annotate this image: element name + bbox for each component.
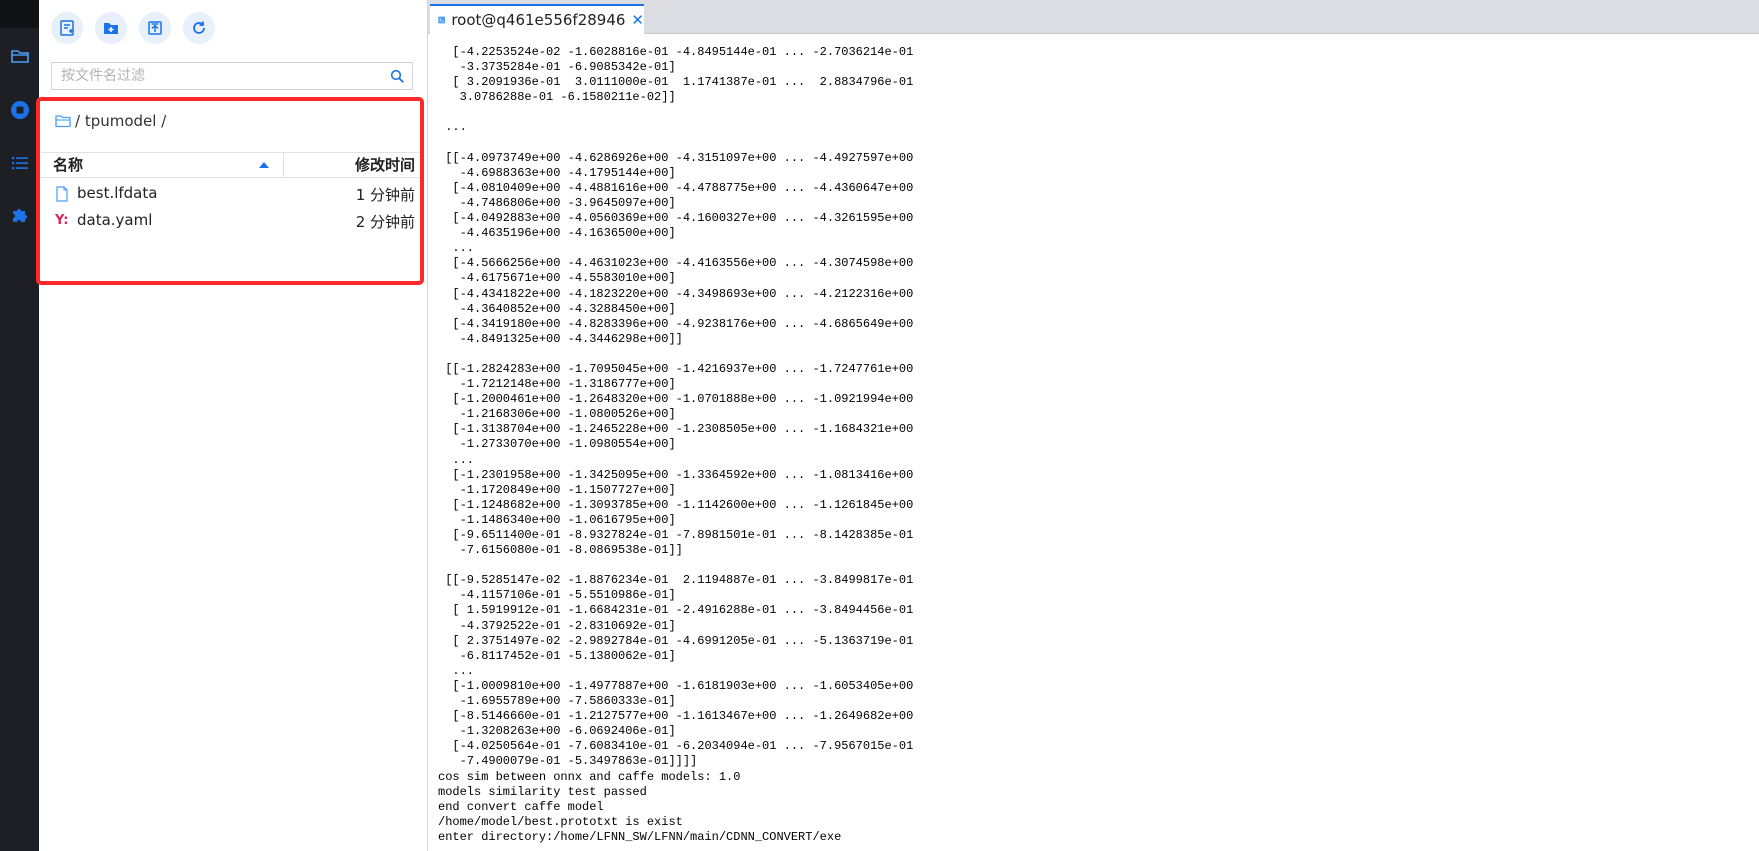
terminal-line: [[-1.2824283e+00 -1.7095045e+00 -1.42169… — [438, 361, 914, 376]
terminal-line: -7.4900079e-01 -5.3497863e-01]]]] — [438, 754, 698, 769]
sort-ascending-icon[interactable] — [259, 162, 269, 168]
terminal-line: [-1.2301958e+00 -1.3425095e+00 -1.336459… — [438, 467, 914, 482]
file-icon — [56, 186, 68, 202]
terminal-line: ... — [438, 241, 475, 256]
tab-terminal[interactable]: root@q461e556f28946 ✕ — [430, 4, 644, 34]
terminal-line: -4.3640852e+00 -4.3288450e+00] — [438, 301, 676, 316]
terminal-line: -4.4635196e+00 -4.1636500e+00] — [438, 226, 676, 241]
terminal-line: -1.2168306e+00 -1.0800526e+00] — [438, 407, 676, 422]
terminal-line: [-9.6511400e-01 -8.9327824e-01 -7.898150… — [438, 528, 914, 542]
terminal-line: [-1.3138704e+00 -1.2465228e+00 -1.230850… — [438, 422, 914, 437]
terminal-line: [-4.5666256e+00 -4.4631023e+00 -4.416355… — [438, 256, 914, 271]
terminal-line: [ 2.3751497e-02 -2.9892784e-01 -4.699120… — [438, 633, 914, 648]
terminal-line: ... — [438, 663, 475, 678]
file-name: data.yaml — [77, 211, 153, 229]
terminal-line: -4.1157106e-01 -5.5510986e-01] — [438, 588, 676, 603]
terminal-line: -1.3208263e+00 -6.0692406e-01] — [438, 724, 676, 739]
terminal-line: ... — [438, 120, 467, 135]
file-row[interactable]: Y: data.yaml 2 分钟前 — [41, 207, 419, 235]
new-file-button[interactable] — [51, 12, 83, 44]
file-toolbar — [51, 12, 215, 48]
terminal-line: enter directory:/home/LFNN_SW/LFNN/main/… — [438, 829, 842, 844]
terminal-output[interactable]: [-4.2253524e-02 -1.6028816e-01 -4.849514… — [438, 45, 1738, 845]
column-header-modified[interactable]: 修改时间 — [355, 154, 415, 177]
file-manager-icon[interactable] — [0, 39, 39, 73]
close-icon[interactable]: ✕ — [631, 12, 644, 28]
terminal-line: [[-9.5285147e-02 -1.8876234e-01 2.119488… — [438, 573, 914, 588]
search-input[interactable] — [52, 63, 395, 89]
terminal-line: [-4.0810409e+00 -4.4881616e+00 -4.478877… — [438, 180, 914, 195]
refresh-button[interactable] — [183, 12, 215, 44]
terminal-line: [-4.2253524e-02 -1.6028816e-01 -4.849514… — [438, 45, 914, 59]
column-divider — [283, 153, 284, 177]
terminal-line: cos sim between onnx and caffe models: 1… — [438, 769, 741, 784]
terminal-line: 3.0786288e-01 -6.1580211e-02]] — [438, 90, 676, 105]
search-box — [51, 62, 413, 90]
file-name: best.lfdata — [77, 184, 158, 202]
terminal-line: -1.6955789e+00 -7.5860333e-01] — [438, 694, 676, 709]
breadcrumb[interactable]: / tpumodel / — [55, 109, 166, 133]
file-panel: / tpumodel / 名称 修改时间 best.lfdata 1 分钟前 Y… — [36, 0, 428, 851]
puzzle-icon[interactable] — [0, 197, 39, 231]
terminal-line: -1.1720849e+00 -1.1507727e+00] — [438, 482, 676, 497]
tab-title: root@q461e556f28946 — [451, 11, 626, 29]
search-icon[interactable] — [390, 69, 405, 84]
terminal-line: [-1.1248682e+00 -1.3093785e+00 -1.114260… — [438, 497, 914, 512]
terminal-icon — [438, 16, 446, 24]
new-folder-button[interactable] — [95, 12, 127, 44]
terminal-line: end convert caffe model — [438, 799, 604, 814]
yaml-icon: Y: — [55, 213, 69, 228]
file-modified: 2 分钟前 — [355, 213, 415, 231]
terminal-line: [-4.4341822e+00 -4.1823220e+00 -4.349869… — [438, 286, 914, 301]
new-file-icon — [60, 20, 74, 36]
terminal-line: [-1.0009810e+00 -1.4977887e+00 -1.618190… — [438, 678, 914, 693]
terminal-line: ... — [438, 452, 475, 467]
column-header-name[interactable]: 名称 — [53, 154, 83, 177]
file-list-header: 名称 修改时间 — [41, 152, 419, 178]
terminal-line: -3.3735284e-01 -6.9085342e-01] — [438, 60, 676, 75]
terminal-line: [-4.0250564e-01 -7.6083410e-01 -6.203409… — [438, 739, 914, 754]
terminal-line: models similarity test passed — [438, 784, 647, 799]
terminal-line: -1.7212148e+00 -1.3186777e+00] — [438, 377, 676, 392]
terminal-line: [ 3.2091936e-01 3.0111000e-01 1.1741387e… — [438, 75, 914, 90]
terminal-line: -1.2733070e+00 -1.0980554e+00] — [438, 437, 676, 452]
terminal-line: [ 1.5919912e-01 -1.6684231e-01 -2.491628… — [438, 603, 914, 618]
terminal-line: [[-4.0973749e+00 -4.6286926e+00 -4.31510… — [438, 150, 914, 165]
breadcrumb-path: / tpumodel / — [75, 112, 167, 130]
new-folder-icon — [104, 23, 118, 34]
terminal-line: -4.7486806e+00 -3.9645097e+00] — [438, 195, 676, 210]
upload-icon — [148, 21, 162, 35]
terminal-line: -1.1486340e+00 -1.0616795e+00] — [438, 512, 676, 527]
upload-button[interactable] — [139, 12, 171, 44]
tab-bar: root@q461e556f28946 ✕ — [428, 0, 1759, 34]
activity-bar-top — [0, 0, 39, 28]
terminal-line: [-8.5146660e-01 -1.2127577e+00 -1.161346… — [438, 709, 914, 724]
stop-circle-icon[interactable] — [0, 93, 39, 127]
terminal-line: -4.3792522e-01 -2.8310692e-01] — [438, 618, 676, 633]
list-icon[interactable] — [0, 146, 39, 180]
terminal-line: -6.8117452e-01 -5.1380062e-01] — [438, 648, 676, 663]
terminal-line: -4.6988363e+00 -4.1795144e+00] — [438, 165, 676, 180]
folder-icon — [55, 115, 71, 128]
file-modified: 1 分钟前 — [355, 186, 415, 204]
terminal-line: /home/model/best.prototxt is exist — [438, 814, 683, 829]
terminal-area: root@q461e556f28946 ✕ [-4.2253524e-02 -1… — [428, 0, 1759, 851]
terminal-line: -4.6175671e+00 -4.5583010e+00] — [438, 271, 676, 286]
terminal-line: -4.8491325e+00 -4.3446298e+00]] — [438, 331, 683, 346]
activity-bar — [0, 0, 39, 851]
refresh-icon — [193, 21, 205, 34]
terminal-line: [-4.0492883e+00 -4.0560369e+00 -4.160032… — [438, 211, 914, 226]
terminal-line: [-4.3419180e+00 -4.8283396e+00 -4.923817… — [438, 316, 914, 331]
terminal-line: -7.6156080e-01 -8.0869538e-01]] — [438, 543, 683, 558]
file-row[interactable]: best.lfdata 1 分钟前 — [41, 180, 419, 208]
terminal-line: [-1.2000461e+00 -1.2648320e+00 -1.070188… — [438, 392, 914, 407]
